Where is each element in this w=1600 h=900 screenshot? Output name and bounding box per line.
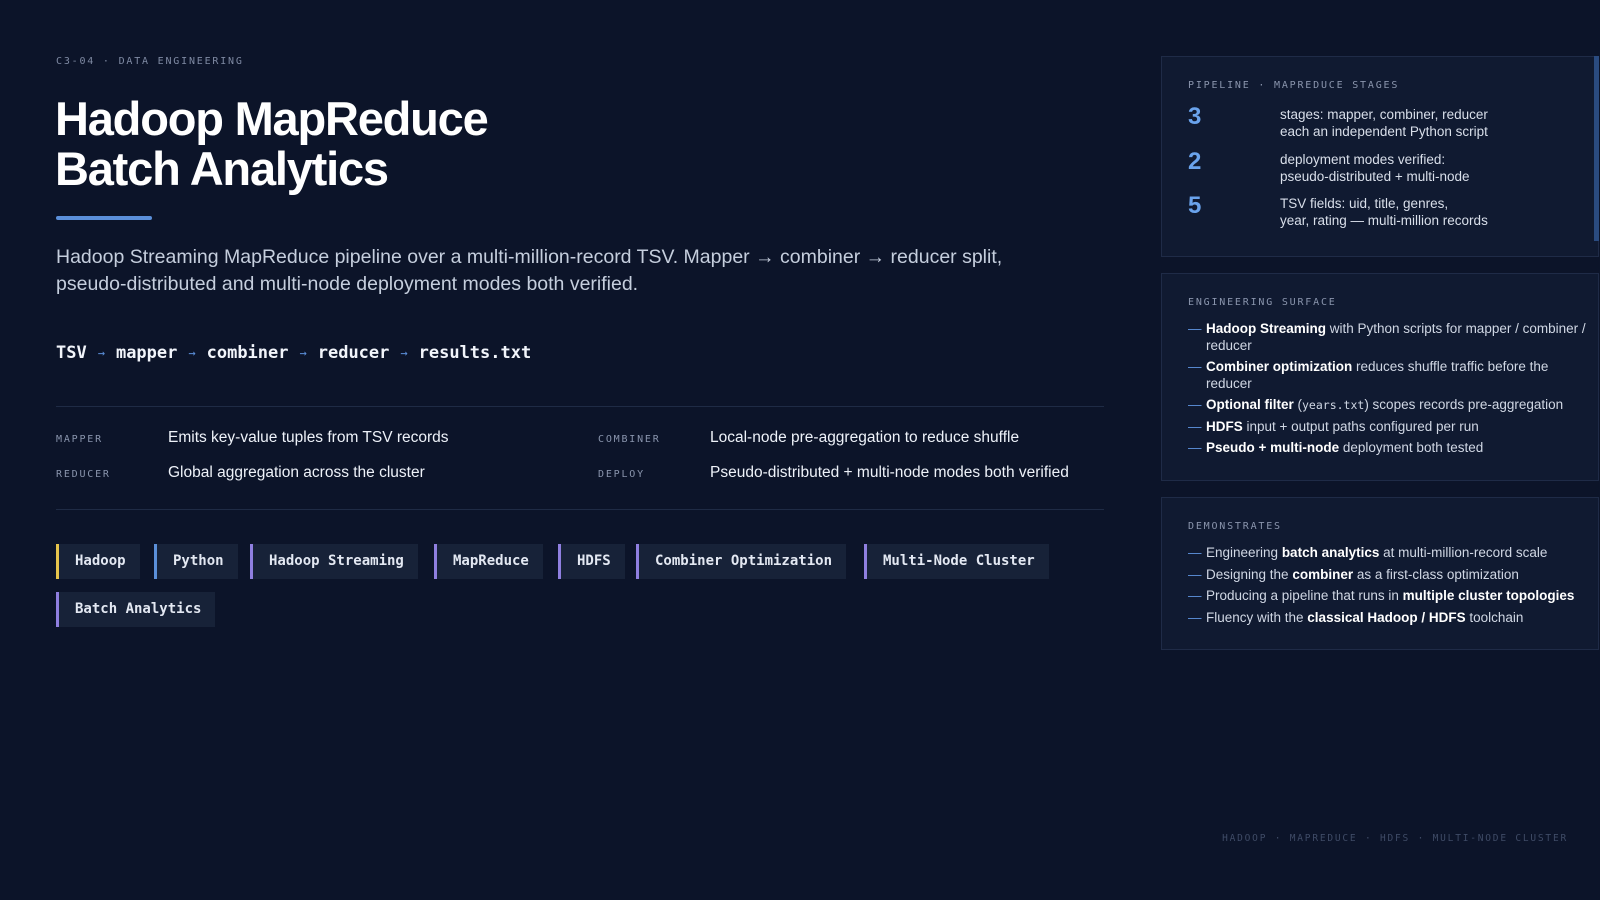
tag-multi-node-cluster: Multi-Node Cluster [864, 544, 1049, 579]
stat-item: 5 TSV fields: uid, title, genres, year, … [1188, 192, 1588, 236]
list-item-text: toolchain [1465, 609, 1524, 625]
dash-icon: — [1188, 321, 1202, 336]
engineering-surface-panel: ENGINEERING SURFACE — Hadoop Streaming wi… [1161, 273, 1599, 481]
list-item-text: Engineering [1206, 545, 1282, 560]
list-item-text: at multi-million-record scale [1379, 545, 1548, 560]
page-title: Hadoop MapReduce Batch Analytics [55, 92, 489, 195]
list-item: — Optional filter (years.txt) scopes reco… [1188, 397, 1588, 414]
dash-icon: — [1188, 359, 1202, 374]
dash-icon: — [1188, 545, 1202, 560]
list-item-text: input + output paths configured per run [1242, 418, 1479, 434]
list-item-emphasis: combiner [1292, 566, 1354, 582]
list-item-text: as a first-class optimization [1353, 566, 1519, 582]
arrow-right-icon: → [188, 346, 196, 360]
list-item: — Fluency with the classical Hadoop / HDF… [1188, 610, 1588, 627]
stat-number: 2 [1188, 148, 1202, 175]
engineering-list: — Hadoop Streaming with Python scripts fo… [1188, 321, 1588, 462]
list-item-text: Designing the [1206, 566, 1293, 582]
tag-hdfs: HDFS [558, 544, 625, 579]
eyebrow-label: C3-04 · DATA ENGINEERING [56, 56, 244, 67]
footer-keywords: HADOOP · MAPREDUCE · HDFS · MULTI-NODE C… [1222, 833, 1568, 844]
panel-title: ENGINEERING SURFACE [1188, 297, 1337, 308]
spec-key: COMBINER [598, 434, 661, 445]
scroll-accent-bar [1594, 56, 1599, 241]
list-item-emphasis: classical Hadoop / HDFS [1307, 609, 1466, 625]
spec-value: Pseudo-distributed + multi-node modes bo… [710, 464, 1069, 481]
list-item-emphasis: Pseudo + multi-node [1206, 440, 1340, 455]
list-item-emphasis: batch analytics [1281, 545, 1380, 560]
dash-icon: — [1188, 397, 1202, 412]
list-item-text: Fluency with the [1206, 609, 1308, 625]
stat-number: 3 [1188, 103, 1202, 130]
list-item-text: deployment both tested [1339, 440, 1484, 455]
dash-icon: — [1188, 440, 1202, 455]
stat-number: 5 [1188, 192, 1202, 219]
list-item: — Engineering batch analytics at multi-mi… [1188, 545, 1588, 562]
list-item: — HDFS input + output paths configured pe… [1188, 419, 1588, 436]
flow-step: reducer [317, 343, 390, 363]
flow-step: results.txt [418, 343, 532, 363]
spec-key: DEPLOY [598, 469, 645, 480]
tag-batch-analytics: Batch Analytics [56, 592, 216, 627]
dash-icon: — [1188, 566, 1202, 582]
list-item: — Pseudo + multi-node deployment both tes… [1188, 440, 1588, 457]
list-item-emphasis: Optional filter [1206, 397, 1294, 412]
arrow-right-icon: → [299, 346, 307, 360]
stat-line: pseudo-distributed + multi-node [1280, 168, 1470, 184]
list-item-text: Producing a pipeline that runs in [1206, 588, 1403, 603]
stat-line: each an independent Python script [1280, 123, 1488, 139]
spec-key: MAPPER [56, 434, 103, 445]
list-item-text: ( [1293, 397, 1303, 412]
stat-item: 3 stages: mapper, combiner, reducer each… [1188, 103, 1588, 147]
list-item-emphasis: Hadoop Streaming [1206, 321, 1327, 336]
flow-step: TSV [56, 343, 87, 363]
pipeline-flow: TSV → mapper → combiner → reducer → resu… [56, 343, 531, 363]
spec-value: Local-node pre-aggregation to reduce shu… [710, 429, 1020, 446]
dash-icon: — [1188, 588, 1202, 603]
spec-row: REDUCER Global aggregation across the cl… [56, 460, 1104, 490]
stat-line: TSV fields: uid, title, genres, [1280, 196, 1449, 211]
list-item: — Producing a pipeline that runs in multi… [1188, 588, 1588, 605]
spec-value: Emits key-value tuples from TSV records [168, 429, 449, 446]
pipeline-stages-panel: PIPELINE · MAPREDUCE STAGES 3 stages: ma… [1161, 56, 1599, 257]
stat-description: TSV fields: uid, title, genres, year, ra… [1280, 196, 1488, 229]
lede-paragraph: Hadoop Streaming MapReduce pipeline over… [56, 246, 1003, 295]
tag-mapreduce: MapReduce [434, 544, 543, 579]
list-item: — Combiner optimization reduces shuffle t… [1188, 359, 1588, 392]
stat-item: 2 deployment modes verified: pseudo-dist… [1188, 148, 1588, 192]
dash-icon: — [1188, 609, 1202, 625]
spec-table: MAPPER Emits key-value tuples from TSV r… [56, 406, 1104, 510]
flow-step: combiner [206, 343, 289, 363]
tag-hadoop-streaming: Hadoop Streaming [250, 544, 418, 579]
page-title-line-2: Batch Analytics [55, 142, 389, 195]
arrow-right-icon: → [400, 346, 408, 360]
demonstrates-list: — Engineering batch analytics at multi-mi… [1188, 545, 1588, 631]
spec-value: Global aggregation across the cluster [168, 464, 425, 481]
dash-icon: — [1188, 418, 1202, 434]
arrow-right-icon: → [97, 346, 105, 360]
list-item-text: ) scopes records pre-aggregation [1364, 397, 1564, 412]
list-item-code: years.txt [1302, 398, 1365, 412]
stat-description: stages: mapper, combiner, reducer each a… [1280, 107, 1488, 140]
page-title-line-1: Hadoop MapReduce [55, 92, 489, 145]
demonstrates-panel: DEMONSTRATES — Engineering batch analytic… [1161, 497, 1599, 650]
spec-row: MAPPER Emits key-value tuples from TSV r… [56, 425, 1104, 455]
stat-line: stages: mapper, combiner, reducer [1280, 107, 1488, 122]
list-item-emphasis: multiple cluster topologies [1402, 588, 1575, 603]
tag-hadoop: Hadoop [56, 544, 140, 579]
spec-key: REDUCER [56, 469, 111, 480]
panel-title: DEMONSTRATES [1188, 521, 1282, 532]
panel-title: PIPELINE · MAPREDUCE STAGES [1188, 80, 1400, 91]
stat-description: deployment modes verified: pseudo-distri… [1280, 152, 1470, 185]
list-item: — Designing the combiner as a first-class… [1188, 567, 1588, 584]
title-underline [56, 216, 152, 220]
tag-python: Python [154, 544, 238, 579]
list-item: — Hadoop Streaming with Python scripts fo… [1188, 321, 1588, 354]
stat-line: deployment modes verified: [1280, 152, 1446, 167]
stat-line: year, rating — multi-million records [1280, 212, 1488, 228]
flow-step: mapper [115, 343, 178, 363]
list-item-emphasis: Combiner optimization [1206, 359, 1353, 374]
tag-combiner-optimization: Combiner Optimization [636, 544, 847, 579]
list-item-emphasis: HDFS [1206, 418, 1243, 434]
